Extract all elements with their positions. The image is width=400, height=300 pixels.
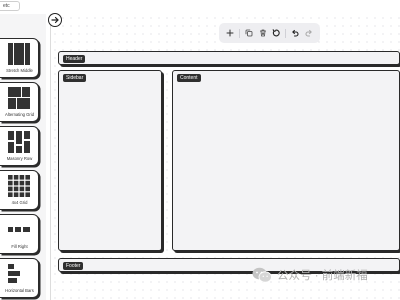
redo-button[interactable] [304,28,314,38]
top-chip[interactable]: etc [0,1,20,11]
palette-item-masonry-row[interactable]: Masonry Row [0,126,39,166]
palette-item-alternating-grid[interactable]: Alternating Grid [0,82,39,122]
grid-4x4-layout-icon [8,175,30,197]
palette-item-4x4-grid[interactable]: 4x4 Grid [0,170,39,210]
watermark: 公众号 · 前端新福 [252,265,400,285]
redo-icon [305,29,312,37]
header-label: Header [63,55,86,63]
wechat-logo-icon [252,267,272,283]
palette-item-label: Alternating Grid [4,112,35,117]
stretch-middle-layout-icon [8,43,30,65]
masonry-row-layout-icon [8,131,30,153]
delete-button[interactable] [258,28,268,38]
top-bar: etc [0,0,400,14]
add-button[interactable] [225,28,235,38]
collapse-palette-button[interactable] [48,13,62,27]
horizontal-bars-layout-icon [8,264,20,283]
add-icon [226,29,234,37]
palette-item-label: Horizontal Bars [5,288,34,293]
duplicate-button[interactable] [244,28,254,38]
sidebar-label: Sidebar [63,74,87,82]
content-block[interactable]: Content [172,70,400,251]
undo-button[interactable] [290,28,300,38]
footer-label: Footer [63,262,84,270]
palette-item-fill-right[interactable]: Fill Right [0,214,39,254]
toolbar-separator [285,28,287,38]
palette-item-stretch-middle[interactable]: Stretch Middle [0,38,39,78]
palette-item-label: 4x4 Grid [11,200,28,205]
layout-palette: Stretch Middle Alternating Grid Masonry … [0,14,46,300]
toolbar-separator [238,28,240,38]
fill-right-layout-icon [8,227,30,232]
palette-item-label: Stretch Middle [6,68,33,73]
watermark-text: 公众号 · 前端新福 [277,270,368,282]
canvas-toolbar [219,23,320,43]
palette-item-horizontal-bars[interactable]: Horizontal Bars [0,258,39,298]
delete-icon [259,29,266,37]
sidebar-block[interactable]: Sidebar [58,70,162,251]
reset-icon [273,29,281,37]
arrow-right-icon [51,16,59,24]
duplicate-icon [245,29,253,37]
undo-icon [292,29,299,37]
palette-item-label: Masonry Row [6,156,33,161]
palette-item-label: Fill Right [11,244,28,249]
reset-button[interactable] [271,28,281,38]
header-block[interactable]: Header [58,51,400,65]
alternating-grid-layout-icon [8,87,30,109]
content-label: Content [177,74,201,82]
